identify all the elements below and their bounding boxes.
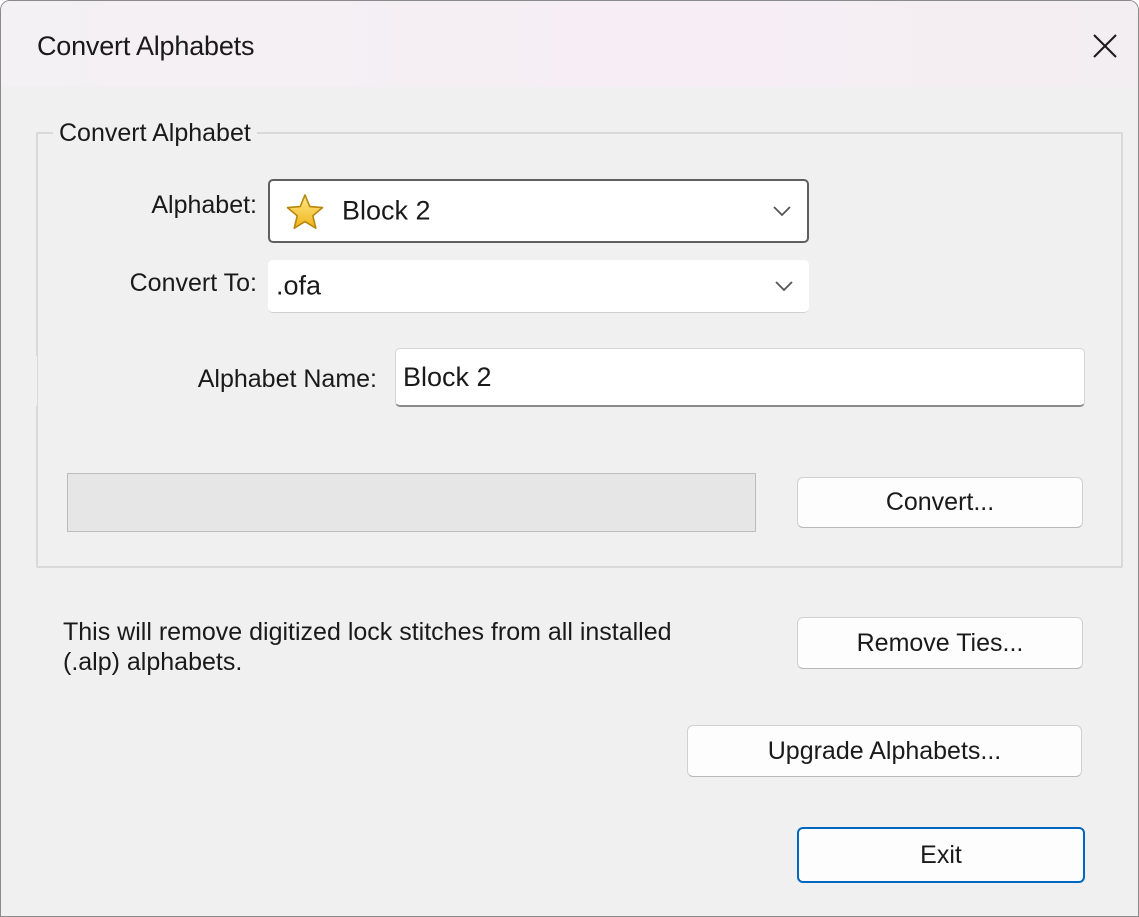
alphabet-label: Alphabet: (151, 191, 257, 219)
convert-to-selected-value: .ofa (276, 270, 322, 301)
upgrade-alphabets-button[interactable]: Upgrade Alphabets... (687, 725, 1082, 777)
alphabet-dropdown[interactable]: Block 2 (268, 179, 809, 243)
chevron-down-icon (773, 206, 791, 217)
window-title: Convert Alphabets (37, 31, 255, 61)
group-title: Convert Alphabet (53, 119, 257, 148)
chevron-down-icon (775, 281, 793, 292)
description-line-1: This will remove digitized lock stitches… (63, 618, 672, 646)
conversion-progress-bar (67, 473, 756, 532)
exit-button[interactable]: Exit (797, 827, 1085, 883)
convert-to-label: Convert To: (129, 269, 257, 297)
title-bar[interactable]: Convert Alphabets (1, 1, 1138, 87)
star-icon (286, 194, 324, 230)
group-edge-gap (35, 356, 37, 406)
remove-ties-button[interactable]: Remove Ties... (797, 617, 1083, 669)
alphabet-name-label: Alphabet Name: (197, 365, 377, 393)
convert-to-dropdown[interactable]: .ofa (268, 260, 809, 313)
alphabet-selected-value: Block 2 (342, 195, 431, 226)
convert-button[interactable]: Convert... (797, 477, 1083, 528)
description-line-2: (.alp) alphabets. (63, 648, 243, 676)
alphabet-name-input[interactable] (395, 348, 1085, 407)
close-icon (1093, 34, 1117, 58)
remove-ties-description: This will remove digitized lock stitches… (63, 617, 783, 677)
convert-alphabets-dialog: Convert Alphabets Convert Alphabet Alpha… (0, 0, 1139, 917)
close-button[interactable] (1082, 23, 1128, 69)
